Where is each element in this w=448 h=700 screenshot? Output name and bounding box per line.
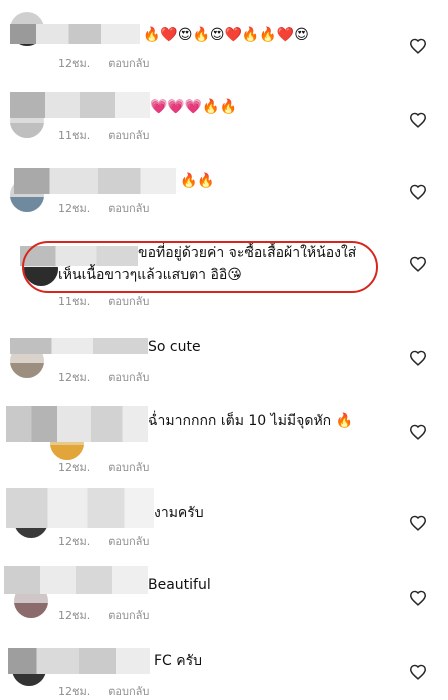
like-heart-icon[interactable]	[409, 256, 427, 272]
comment-time: 12ชม.	[58, 57, 91, 70]
comment-text: So cute	[148, 339, 201, 355]
comment-item: FC ครับ 12ชม. ตอบกลับ	[0, 640, 448, 700]
username-blur	[6, 488, 154, 528]
username-blur	[4, 566, 148, 594]
like-heart-icon[interactable]	[409, 112, 427, 128]
like-heart-icon[interactable]	[409, 664, 427, 680]
username-blur	[14, 168, 176, 194]
comment-item: 🔥❤️😍🔥😍❤️🔥🔥❤️😍 12ชม. ตอบกลับ	[0, 0, 448, 70]
like-heart-icon[interactable]	[409, 350, 427, 366]
reply-button[interactable]: ตอบกลับ	[108, 609, 149, 622]
comment-item: So cute 12ชม. ตอบกลับ	[0, 330, 448, 400]
comment-meta: 12ชม. ตอบกลับ	[58, 606, 149, 624]
reply-button[interactable]: ตอบกลับ	[108, 685, 149, 698]
like-heart-icon[interactable]	[409, 515, 427, 531]
comment-meta: 12ชม. ตอบกลับ	[58, 54, 149, 72]
comment-time: 11ชม.	[58, 295, 91, 308]
comment-text: ฉ่ำมากกกก เต็ม 10 ไม่มีจุดหัก 🔥	[148, 413, 354, 429]
comment-time: 12ชม.	[58, 609, 91, 622]
comment-meta: 12ชม. ตอบกลับ	[58, 368, 149, 386]
like-heart-icon[interactable]	[409, 590, 427, 606]
comment-text: Beautiful	[148, 577, 211, 593]
comment-time: 12ชม.	[58, 371, 91, 384]
comment-time: 12ชม.	[58, 535, 91, 548]
comment-meta: 12ชม. ตอบกลับ	[58, 199, 149, 217]
comment-text: FC ครับ	[154, 653, 203, 669]
reply-button[interactable]: ตอบกลับ	[108, 202, 149, 215]
comment-meta: 12ชม. ตอบกลับ	[58, 532, 149, 550]
username-blur	[8, 648, 150, 674]
comment-meta: 12ชม. ตอบกลับ	[58, 682, 149, 700]
comment-time: 12ชม.	[58, 202, 91, 215]
reply-button[interactable]: ตอบกลับ	[108, 461, 149, 474]
comment-item: 💗💗💗🔥🔥 11ชม. ตอบกลับ	[0, 80, 448, 150]
comment-time: 12ชม.	[58, 685, 91, 698]
comment-text: 💗💗💗🔥🔥	[150, 99, 238, 115]
comment-item: Beautiful 12ชม. ตอบกลับ	[0, 562, 448, 632]
username-blur	[6, 406, 148, 442]
reply-button[interactable]: ตอบกลับ	[108, 535, 149, 548]
highlight-ring	[22, 241, 378, 293]
username-blur	[10, 338, 148, 354]
reply-button[interactable]: ตอบกลับ	[108, 371, 149, 384]
reply-button[interactable]: ตอบกลับ	[108, 129, 149, 142]
comment-item: งามครับ 12ชม. ตอบกลับ	[0, 484, 448, 554]
reply-button[interactable]: ตอบกลับ	[108, 295, 149, 308]
comment-meta: 11ชม. ตอบกลับ	[58, 126, 149, 144]
comment-time: 12ชม.	[58, 461, 91, 474]
comment-text: 🔥❤️😍🔥😍❤️🔥🔥❤️😍	[143, 27, 309, 43]
comment-text: 🔥🔥	[180, 173, 215, 189]
like-heart-icon[interactable]	[409, 424, 427, 440]
comment-text: งามครับ	[154, 505, 204, 521]
comment-item: ฉ่ำมากกกก เต็ม 10 ไม่มีจุดหัก 🔥 12ชม. ตอบ…	[0, 402, 448, 474]
username-blur	[10, 92, 150, 118]
comment-time: 11ชม.	[58, 129, 91, 142]
comment-meta: 11ชม. ตอบกลับ	[58, 292, 149, 310]
like-heart-icon[interactable]	[409, 184, 427, 200]
reply-button[interactable]: ตอบกลับ	[108, 57, 149, 70]
username-blur	[10, 24, 140, 44]
like-heart-icon[interactable]	[409, 38, 427, 54]
comment-item: 🔥🔥 12ชม. ตอบกลับ	[0, 160, 448, 230]
comment-meta: 12ชม. ตอบกลับ	[58, 458, 149, 476]
